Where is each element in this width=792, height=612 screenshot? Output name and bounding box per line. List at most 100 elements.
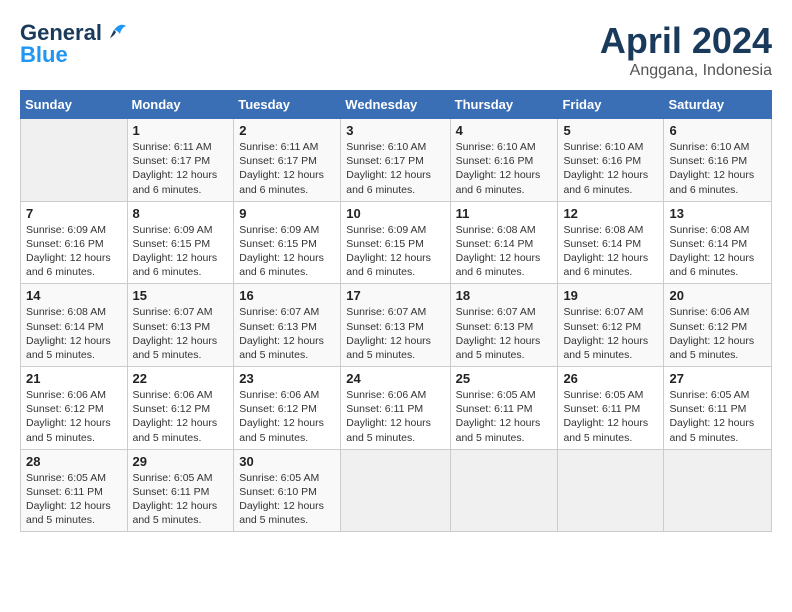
calendar-cell: 27Sunrise: 6:05 AMSunset: 6:11 PMDayligh… [664, 367, 772, 450]
day-info: Sunrise: 6:06 AMSunset: 6:12 PMDaylight:… [669, 305, 766, 362]
calendar-week-5: 28 Sunrise: 6:05 AMSunset: 6:11 PMDayligh… [21, 449, 772, 532]
day-number: 14 [26, 288, 122, 303]
day-number: 24 [346, 371, 444, 386]
day-number: 22 [133, 371, 229, 386]
header-thursday: Thursday [450, 91, 558, 119]
calendar-cell: 9Sunrise: 6:09 AMSunset: 6:15 PMDaylight… [234, 201, 341, 284]
calendar-cell: 13 Sunrise: 6:08 AMSunset: 6:14 PMDayligh… [664, 201, 772, 284]
day-number: 6 [669, 123, 766, 138]
day-info: Sunrise: 6:05 AMSunset: 6:11 PMDaylight:… [456, 388, 553, 445]
day-info: Sunrise: 6:07 AMSunset: 6:13 PMDaylight:… [456, 305, 553, 362]
calendar-cell: 12 Sunrise: 6:08 AMSunset: 6:14 PMDayligh… [558, 201, 664, 284]
day-number: 19 [563, 288, 658, 303]
day-number: 1 [133, 123, 229, 138]
day-number: 30 [239, 454, 335, 469]
calendar-cell [558, 449, 664, 532]
calendar-week-4: 21 Sunrise: 6:06 AMSunset: 6:12 PMDayligh… [21, 367, 772, 450]
calendar-cell: 19 Sunrise: 6:07 AMSunset: 6:12 PMDayligh… [558, 284, 664, 367]
day-info: Sunrise: 6:07 AMSunset: 6:13 PMDaylight:… [133, 305, 229, 362]
day-number: 26 [563, 371, 658, 386]
calendar-cell: 5 Sunrise: 6:10 AMSunset: 6:16 PMDaylight… [558, 119, 664, 202]
day-info: Sunrise: 6:09 AMSunset: 6:16 PMDaylight:… [26, 223, 122, 280]
calendar-week-2: 7 Sunrise: 6:09 AMSunset: 6:16 PMDaylight… [21, 201, 772, 284]
day-info: Sunrise: 6:05 AMSunset: 6:11 PMDaylight:… [563, 388, 658, 445]
day-number: 2 [239, 123, 335, 138]
day-number: 7 [26, 206, 122, 221]
calendar-cell: 4Sunrise: 6:10 AMSunset: 6:16 PMDaylight… [450, 119, 558, 202]
day-number: 21 [26, 371, 122, 386]
logo-bird-icon [106, 20, 128, 42]
day-number: 12 [563, 206, 658, 221]
day-number: 3 [346, 123, 444, 138]
day-info: Sunrise: 6:11 AMSunset: 6:17 PMDaylight:… [133, 140, 229, 197]
day-info: Sunrise: 6:08 AMSunset: 6:14 PMDaylight:… [669, 223, 766, 280]
day-info: Sunrise: 6:11 AMSunset: 6:17 PMDaylight:… [239, 140, 335, 197]
calendar-cell: 28 Sunrise: 6:05 AMSunset: 6:11 PMDayligh… [21, 449, 128, 532]
calendar-cell: 16Sunrise: 6:07 AMSunset: 6:13 PMDayligh… [234, 284, 341, 367]
day-number: 10 [346, 206, 444, 221]
calendar-cell: 1 Sunrise: 6:11 AMSunset: 6:17 PMDaylight… [127, 119, 234, 202]
header-wednesday: Wednesday [341, 91, 450, 119]
calendar-table: Sunday Monday Tuesday Wednesday Thursday… [20, 90, 772, 532]
calendar-cell: 20 Sunrise: 6:06 AMSunset: 6:12 PMDayligh… [664, 284, 772, 367]
day-info: Sunrise: 6:08 AMSunset: 6:14 PMDaylight:… [563, 223, 658, 280]
day-info: Sunrise: 6:05 AMSunset: 6:10 PMDaylight:… [239, 471, 335, 528]
calendar-cell: 8 Sunrise: 6:09 AMSunset: 6:15 PMDaylight… [127, 201, 234, 284]
day-info: Sunrise: 6:08 AMSunset: 6:14 PMDaylight:… [456, 223, 553, 280]
calendar-cell: 11 Sunrise: 6:08 AMSunset: 6:14 PMDayligh… [450, 201, 558, 284]
header-sunday: Sunday [21, 91, 128, 119]
day-number: 13 [669, 206, 766, 221]
header-monday: Monday [127, 91, 234, 119]
day-number: 20 [669, 288, 766, 303]
calendar-week-1: 1 Sunrise: 6:11 AMSunset: 6:17 PMDaylight… [21, 119, 772, 202]
day-info: Sunrise: 6:06 AMSunset: 6:12 PMDaylight:… [239, 388, 335, 445]
day-number: 18 [456, 288, 553, 303]
day-info: Sunrise: 6:10 AMSunset: 6:16 PMDaylight:… [456, 140, 553, 197]
day-number: 5 [563, 123, 658, 138]
day-info: Sunrise: 6:07 AMSunset: 6:12 PMDaylight:… [563, 305, 658, 362]
day-info: Sunrise: 6:10 AMSunset: 6:17 PMDaylight:… [346, 140, 444, 197]
calendar-week-3: 14 Sunrise: 6:08 AMSunset: 6:14 PMDayligh… [21, 284, 772, 367]
header-saturday: Saturday [664, 91, 772, 119]
title-section: April 2024 Anggana, Indonesia [600, 20, 772, 80]
day-info: Sunrise: 6:10 AMSunset: 6:16 PMDaylight:… [563, 140, 658, 197]
logo-blue: Blue [20, 42, 68, 68]
calendar-cell: 24Sunrise: 6:06 AMSunset: 6:11 PMDayligh… [341, 367, 450, 450]
day-number: 28 [26, 454, 122, 469]
calendar-cell: 15 Sunrise: 6:07 AMSunset: 6:13 PMDayligh… [127, 284, 234, 367]
day-info: Sunrise: 6:09 AMSunset: 6:15 PMDaylight:… [133, 223, 229, 280]
calendar-cell: 14 Sunrise: 6:08 AMSunset: 6:14 PMDayligh… [21, 284, 128, 367]
location-title: Anggana, Indonesia [600, 62, 772, 80]
day-info: Sunrise: 6:07 AMSunset: 6:13 PMDaylight:… [346, 305, 444, 362]
calendar-cell [664, 449, 772, 532]
day-number: 16 [239, 288, 335, 303]
page-header: General Blue April 2024 Anggana, Indones… [20, 20, 772, 80]
calendar-cell: 23Sunrise: 6:06 AMSunset: 6:12 PMDayligh… [234, 367, 341, 450]
calendar-cell: 7 Sunrise: 6:09 AMSunset: 6:16 PMDaylight… [21, 201, 128, 284]
day-number: 25 [456, 371, 553, 386]
calendar-cell: 18 Sunrise: 6:07 AMSunset: 6:13 PMDayligh… [450, 284, 558, 367]
calendar-cell: 6 Sunrise: 6:10 AMSunset: 6:16 PMDaylight… [664, 119, 772, 202]
header-row: Sunday Monday Tuesday Wednesday Thursday… [21, 91, 772, 119]
day-info: Sunrise: 6:09 AMSunset: 6:15 PMDaylight:… [346, 223, 444, 280]
day-info: Sunrise: 6:05 AMSunset: 6:11 PMDaylight:… [669, 388, 766, 445]
calendar-cell: 2 Sunrise: 6:11 AMSunset: 6:17 PMDaylight… [234, 119, 341, 202]
calendar-cell: 29 Sunrise: 6:05 AMSunset: 6:11 PMDayligh… [127, 449, 234, 532]
logo: General Blue [20, 20, 128, 68]
day-number: 17 [346, 288, 444, 303]
day-info: Sunrise: 6:10 AMSunset: 6:16 PMDaylight:… [669, 140, 766, 197]
day-info: Sunrise: 6:08 AMSunset: 6:14 PMDaylight:… [26, 305, 122, 362]
calendar-cell: 26 Sunrise: 6:05 AMSunset: 6:11 PMDayligh… [558, 367, 664, 450]
calendar-cell: 21Sunrise: 6:06 AMSunset: 6:12 PMDayligh… [21, 367, 128, 450]
day-number: 15 [133, 288, 229, 303]
day-info: Sunrise: 6:05 AMSunset: 6:11 PMDaylight:… [133, 471, 229, 528]
calendar-cell [450, 449, 558, 532]
header-tuesday: Tuesday [234, 91, 341, 119]
day-number: 9 [239, 206, 335, 221]
calendar-cell: 25 Sunrise: 6:05 AMSunset: 6:11 PMDayligh… [450, 367, 558, 450]
day-number: 8 [133, 206, 229, 221]
day-number: 29 [133, 454, 229, 469]
calendar-cell: 22Sunrise: 6:06 AMSunset: 6:12 PMDayligh… [127, 367, 234, 450]
day-number: 11 [456, 206, 553, 221]
day-info: Sunrise: 6:05 AMSunset: 6:11 PMDaylight:… [26, 471, 122, 528]
